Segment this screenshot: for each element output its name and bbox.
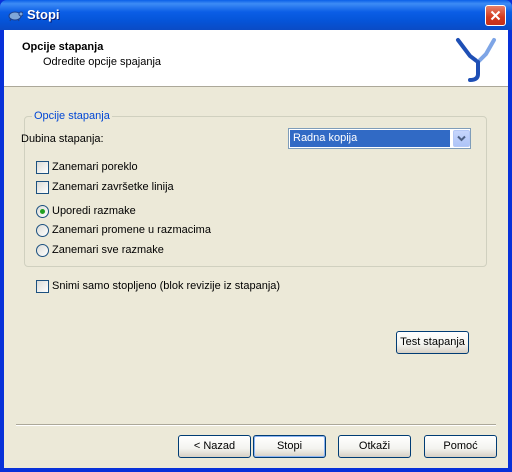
ignore-ancestry-label: Zanemari poreklo (52, 161, 138, 173)
title-bar[interactable]: Stopi (0, 0, 512, 30)
merge-depth-select[interactable]: Radna kopija (288, 128, 471, 149)
back-button[interactable]: < Nazad (178, 435, 251, 458)
cancel-button[interactable]: Otkaži (338, 435, 411, 458)
merge-depth-selected-value: Radna kopija (290, 130, 450, 147)
page-subtitle: Odredite opcije spajanja (43, 56, 162, 68)
ignore-whitespace-changes-radio[interactable] (36, 224, 49, 237)
help-button[interactable]: Pomoć (424, 435, 497, 458)
record-only-label: Snimi samo stopljeno (blok revizije iz s… (52, 280, 281, 292)
merge-logo-icon (456, 38, 496, 82)
merge-dialog-window: Stopi Opcije stapanja Odredite opcije sp… (0, 0, 512, 472)
ignore-eol-label: Zanemari završetke linija (52, 181, 174, 193)
ignore-whitespace-changes-label: Zanemari promene u razmacima (52, 224, 211, 236)
ignore-ancestry-checkbox[interactable] (36, 161, 49, 174)
merge-button[interactable]: Stopi (253, 435, 326, 458)
page-title: Opcije stapanja (22, 41, 104, 53)
ignore-all-whitespace-label: Zanemari sve razmake (52, 244, 164, 256)
ignore-all-whitespace-radio[interactable] (36, 244, 49, 257)
close-icon (490, 10, 501, 21)
radio-selected-dot (40, 209, 45, 214)
test-merge-button[interactable]: Test stapanja (396, 331, 469, 354)
close-button[interactable] (485, 5, 506, 26)
wizard-header: Opcije stapanja Odredite opcije spajanja (4, 30, 508, 87)
footer-separator (16, 424, 496, 426)
dialog-body: Opcije stapanja Odredite opcije spajanja… (4, 30, 508, 468)
record-only-checkbox[interactable] (36, 280, 49, 293)
tortoise-app-icon (8, 11, 23, 22)
merge-depth-label: Dubina stapanja: (21, 133, 104, 145)
compare-whitespace-radio[interactable] (36, 205, 49, 218)
chevron-down-icon (457, 135, 466, 142)
window-title: Stopi (27, 7, 60, 22)
merge-options-legend: Opcije stapanja (32, 110, 112, 122)
dropdown-button[interactable] (453, 130, 470, 147)
compare-whitespace-label: Uporedi razmake (52, 205, 136, 217)
ignore-eol-checkbox[interactable] (36, 181, 49, 194)
